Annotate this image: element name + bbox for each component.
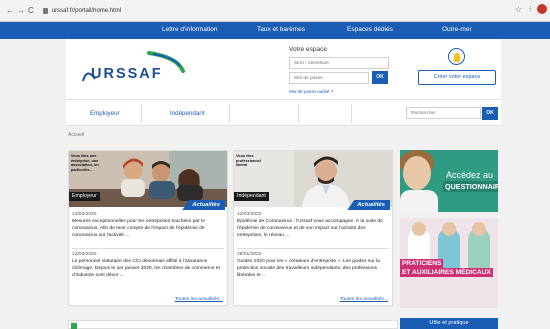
news-text: Le personnel statutaire des CCI désormai…: [72, 258, 220, 278]
search-input[interactable]: [406, 107, 481, 119]
espace-title: Votre espace: [289, 46, 327, 53]
questionnaire-promo[interactable]: Accédez au QUESTIONNAIRE: [400, 150, 498, 212]
news-date: 12/03/2020: [72, 252, 97, 257]
independant-intro: Vous êtes professionnel libéral: [236, 154, 261, 168]
search-ok-button[interactable]: OK: [482, 107, 498, 120]
topnav-lettre[interactable]: Lettre d'information: [162, 26, 217, 33]
promo2-line1: PRATICIENS: [400, 259, 444, 268]
news-date: 28/01/2020: [237, 252, 262, 257]
password-input[interactable]: [289, 72, 369, 84]
actualites-label: Actualités: [182, 200, 225, 210]
top-navigation: Lettre d'information Taux et barèmes Esp…: [0, 22, 550, 39]
all-news-link[interactable]: Toutes les actualités...: [175, 297, 223, 302]
promo-line1: Accédez au: [446, 170, 494, 180]
independant-card: Vous êtes professionnel libéral Indépend…: [233, 150, 393, 306]
news-item[interactable]: 12/03/2020 Le personnel statutaire des C…: [72, 252, 224, 280]
promo2-line2: ET AUXILIAIRES MÉDICAUX: [400, 267, 493, 277]
breadcrumb[interactable]: Accueil: [68, 132, 84, 138]
all-news-link[interactable]: Toutes les actualités...: [340, 297, 388, 302]
nav-divider: [229, 104, 230, 123]
independant-photo: Vous êtes professionnel libéral Indépend…: [234, 151, 392, 207]
news-text: Mesures exceptionnelles pour les entrepr…: [72, 218, 205, 238]
news-divider: [72, 248, 224, 249]
browser-nav-icons[interactable]: ←→C: [6, 6, 37, 15]
news-date: 13/03/2020: [72, 212, 97, 217]
promo-line2: QUESTIONNAIRE: [443, 181, 498, 192]
urssaf-logo[interactable]: URSSAF: [79, 49, 189, 89]
employeur-photo: Vous êtes une entreprise, une associatio…: [69, 151, 227, 207]
person-face: [403, 156, 431, 190]
actualites-label: Actualités: [347, 200, 390, 210]
siret-input[interactable]: [289, 57, 389, 69]
bookmark-star-icon[interactable]: ☆: [515, 5, 522, 14]
tab-employeur[interactable]: Employeur: [90, 110, 120, 117]
nurse-head: [472, 222, 486, 236]
forgot-password-link[interactable]: Mot de passe oublié ?: [289, 89, 333, 94]
nav-divider: [141, 104, 142, 123]
utile-pratique-block[interactable]: Utile et pratique: [400, 318, 498, 329]
extensions-icon[interactable]: ⋮: [527, 5, 534, 13]
news-text: Épidémie de Coronavirus : l'Urssaf vous …: [237, 218, 383, 238]
news-item[interactable]: 13/03/2020 Mesures exceptionnelles pour …: [72, 212, 224, 240]
employeur-intro: Vous êtes une entreprise, une associatio…: [71, 154, 99, 173]
address-bar[interactable]: urssaf.fr/portail/home.html: [52, 8, 121, 14]
browser-toolbar: ←→C urssaf.fr/portail/home.html ☆ ⋮: [0, 0, 550, 22]
lock-icon: [42, 7, 48, 14]
topnav-taux[interactable]: Taux et barèmes: [257, 26, 305, 33]
nurse-head: [442, 222, 456, 236]
news-text: Guides 2020 pour les « créateurs d'entre…: [237, 258, 380, 278]
nav-divider: [351, 104, 352, 123]
praticiens-banner: PRATICIENS ET AUXILIAIRES MÉDICAUX: [400, 259, 498, 278]
nav-divider: [298, 104, 299, 123]
user-icon: [448, 48, 465, 65]
site-header: URSSAF Votre espace OK Mot de passe oubl…: [66, 39, 501, 99]
news-item[interactable]: 12/03/2020 Épidémie de Coronavirus : l'U…: [237, 212, 389, 240]
employeur-badge[interactable]: Employeur: [69, 192, 100, 201]
topnav-outremer[interactable]: Outre-mer: [442, 26, 472, 33]
news-divider: [237, 248, 389, 249]
news-item[interactable]: 28/01/2020 Guides 2020 pour les « créate…: [237, 252, 389, 280]
nurse-head: [412, 222, 426, 236]
person-illustration: [400, 190, 438, 212]
news-date: 12/03/2020: [237, 212, 262, 217]
create-account-button[interactable]: Créer votre espace: [418, 70, 496, 85]
praticiens-promo[interactable]: PRATICIENS ET AUXILIAIRES MÉDICAUX: [400, 218, 498, 308]
tab-independant[interactable]: Indépendant: [170, 110, 204, 117]
bottom-section: [68, 320, 398, 329]
login-ok-button[interactable]: OK: [372, 71, 388, 84]
independant-badge[interactable]: Indépendant: [234, 192, 269, 201]
logo-text: URSSAF: [91, 66, 163, 82]
audience-nav: Employeur Indépendant OK: [66, 99, 501, 126]
employeur-card: Vous êtes une entreprise, une associatio…: [68, 150, 228, 306]
topnav-espaces[interactable]: Espaces dédiés: [347, 26, 393, 33]
profile-avatar[interactable]: [537, 4, 547, 14]
bottom-stripe: [71, 323, 77, 329]
